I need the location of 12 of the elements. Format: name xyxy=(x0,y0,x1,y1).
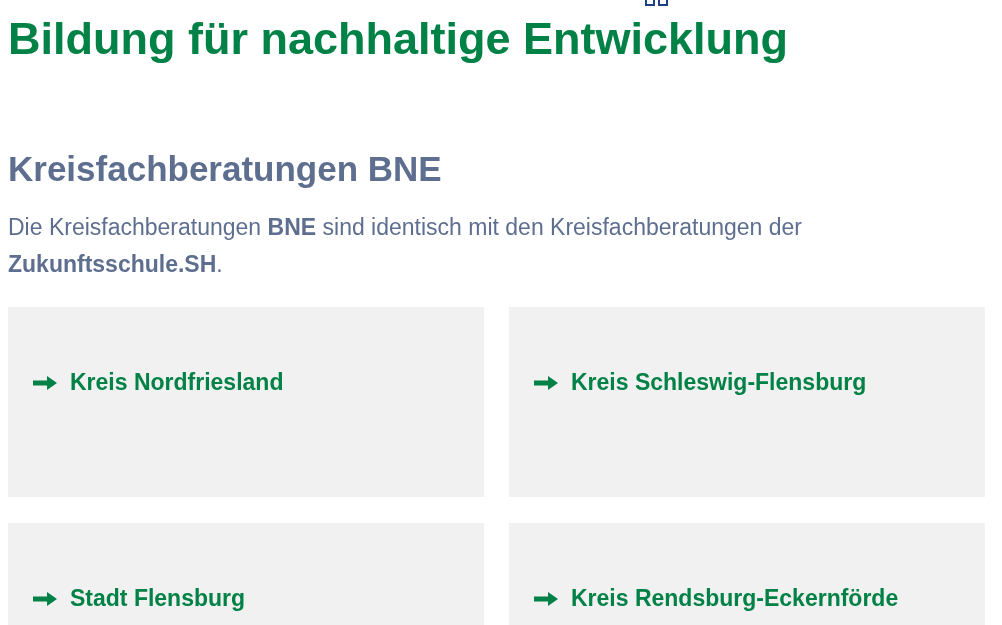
district-link[interactable]: Kreis Rendsburg-Eckernförde xyxy=(534,584,899,614)
district-link[interactable]: Kreis Schleswig-Flensburg xyxy=(534,368,867,398)
district-link[interactable]: Kreis Nordfriesland xyxy=(33,368,284,398)
intro-text: Die Kreisfachberatungen BNE sind identisch mit den Kreisfachberatungen der Zukunftsschule.SH. xyxy=(8,213,803,279)
section-heading: Kreisfachberatungen BNE xyxy=(8,148,443,190)
district-link[interactable]: Stadt Flensburg xyxy=(33,584,246,614)
arrow-right-icon xyxy=(33,591,57,606)
arrow-right-icon xyxy=(33,375,57,390)
arrow-right-icon xyxy=(534,591,558,606)
page-title: Bildung für nachhaltige Entwicklung xyxy=(8,12,789,66)
arrow-right-icon xyxy=(534,375,558,390)
rectangles-icon xyxy=(645,0,668,6)
